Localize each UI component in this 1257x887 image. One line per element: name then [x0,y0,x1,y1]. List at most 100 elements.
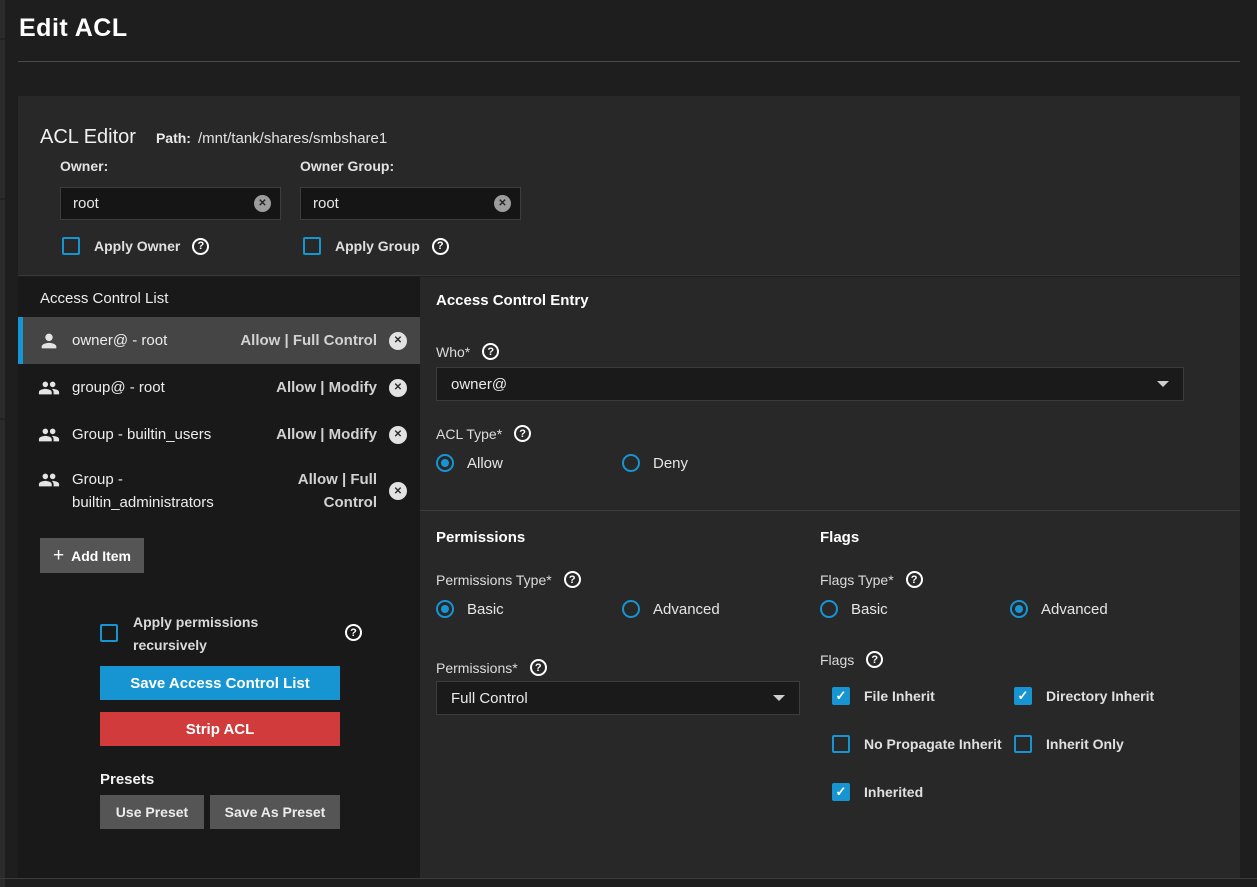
plus-icon [53,546,64,565]
radio-permissions-advanced-label: Advanced [653,601,720,618]
radio-flags-basic[interactable] [820,600,838,618]
flag-directory-inherit[interactable]: Directory Inherit [1014,687,1154,705]
acl-editor-card: ACL Editor Path: /mnt/tank/shares/smbsha… [18,96,1240,276]
flags-type-basic-option[interactable]: Basic [820,600,888,618]
owner-group-input[interactable] [313,195,494,212]
acl-entry-who: owner@ - root [72,329,228,352]
acl-type-deny-option[interactable]: Deny [622,454,688,472]
apply-owner-help-icon[interactable] [192,238,209,255]
flags-label-row: Flags [820,651,883,668]
acl-entry-permissions: Allow | Full Control [265,468,377,514]
acl-entry-who: group@ - root [72,376,264,399]
flags-type-help-icon[interactable] [906,571,923,588]
acl-entry-row-builtin-users[interactable]: Group - builtin_users Allow | Modify [18,411,420,458]
inherited-checkbox[interactable] [832,783,850,801]
flags-label: Flags [820,652,854,668]
owner-label: Owner: [60,158,108,174]
acl-entry-who: Group - builtin_users [72,423,264,446]
apply-recursively-help-icon[interactable] [345,624,362,641]
directory-inherit-checkbox[interactable] [1014,687,1032,705]
use-preset-button[interactable]: Use Preset [100,795,204,829]
remove-entry-icon[interactable] [389,482,407,500]
flags-type-label: Flags Type* [820,572,894,588]
acl-type-help-icon[interactable] [514,425,531,442]
page-title: Edit ACL [19,14,128,43]
radio-permissions-basic[interactable] [436,600,454,618]
ace-title: Access Control Entry [436,292,589,309]
remove-entry-icon[interactable] [389,379,407,397]
apply-group-help-icon[interactable] [432,238,449,255]
access-control-list-title: Access Control List [40,290,168,307]
apply-recursively-checkbox[interactable] [100,624,118,642]
flags-section-title: Flags [820,529,859,546]
owner-input[interactable] [73,195,254,212]
apply-recursively-label: Apply permissions recursively [133,611,285,657]
apply-owner-checkbox[interactable] [62,237,80,255]
strip-acl-button[interactable]: Strip ACL [100,712,340,746]
remove-entry-icon[interactable] [389,332,407,350]
dataset-path: Path: /mnt/tank/shares/smbshare1 [156,130,387,147]
who-select[interactable]: owner@ [436,367,1184,401]
radio-flags-advanced[interactable] [1010,600,1028,618]
no-propagate-inherit-checkbox[interactable] [832,735,850,753]
radio-deny-label: Deny [653,455,688,472]
flag-inherited[interactable]: Inherited [832,783,923,801]
save-access-control-list-button[interactable]: Save Access Control List [100,666,340,700]
permissions-label: Permissions* [436,660,518,676]
acl-editor-title: ACL Editor [40,126,136,149]
save-as-preset-button[interactable]: Save As Preset [210,795,340,829]
acl-entry-who: Group - builtin_administrators [72,468,253,514]
apply-group-label: Apply Group [335,238,420,254]
flag-no-propagate-inherit[interactable]: No Propagate Inherit [832,735,1002,753]
permissions-type-help-icon[interactable] [564,571,581,588]
permissions-type-advanced-option[interactable]: Advanced [622,600,720,618]
flag-file-inherit[interactable]: File Inherit [832,687,935,705]
remove-entry-icon[interactable] [389,426,407,444]
clear-owner-group-icon[interactable] [494,195,511,212]
add-item-label: Add Item [71,548,131,564]
inherit-only-label: Inherit Only [1046,736,1124,752]
clear-owner-icon[interactable] [254,195,271,212]
no-propagate-inherit-label: No Propagate Inherit [864,736,1002,752]
radio-permissions-advanced[interactable] [622,600,640,618]
flags-type-label-row: Flags Type* [820,571,923,588]
flags-help-icon[interactable] [866,651,883,668]
acl-entry-permissions: Allow | Full Control [240,329,377,352]
apply-group-checkbox[interactable] [303,237,321,255]
radio-allow[interactable] [436,454,454,472]
acl-entry-row-builtin-administrators[interactable]: Group - builtin_administrators Allow | F… [18,458,420,524]
apply-recursively-row: Apply permissions recursively [100,611,362,657]
acl-entry-row-owner[interactable]: owner@ - root Allow | Full Control [18,317,420,364]
section-divider [420,510,1240,511]
permissions-type-label: Permissions Type* [436,572,552,588]
who-help-icon[interactable] [482,343,499,360]
access-control-list: Access Control List owner@ - root Allow … [18,277,420,878]
sidebar-edge[interactable] [0,0,5,887]
permissions-section-title: Permissions [436,529,525,546]
chevron-down-icon [1157,381,1169,387]
radio-deny[interactable] [622,454,640,472]
presets-title: Presets [100,771,154,788]
chevron-down-icon [773,695,785,701]
owner-field [60,187,281,220]
permissions-select-value: Full Control [451,690,773,707]
radio-flags-advanced-label: Advanced [1041,601,1108,618]
permissions-type-basic-option[interactable]: Basic [436,600,504,618]
owner-group-label: Owner Group: [300,158,394,174]
apply-owner-row: Apply Owner [62,237,209,255]
apply-group-row: Apply Group [303,237,449,255]
permissions-help-icon[interactable] [530,659,547,676]
acl-type-allow-option[interactable]: Allow [436,454,503,472]
who-label-row: Who* [436,343,499,360]
page-bottom-divider [0,878,1257,879]
owner-group-field [300,187,521,220]
flag-inherit-only[interactable]: Inherit Only [1014,735,1124,753]
file-inherit-checkbox[interactable] [832,687,850,705]
permissions-select[interactable]: Full Control [436,681,800,715]
add-item-button[interactable]: Add Item [40,538,144,573]
flags-type-advanced-option[interactable]: Advanced [1010,600,1108,618]
header-divider [18,61,1240,62]
acl-entry-row-group[interactable]: group@ - root Allow | Modify [18,364,420,411]
inherit-only-checkbox[interactable] [1014,735,1032,753]
user-icon [38,330,60,352]
